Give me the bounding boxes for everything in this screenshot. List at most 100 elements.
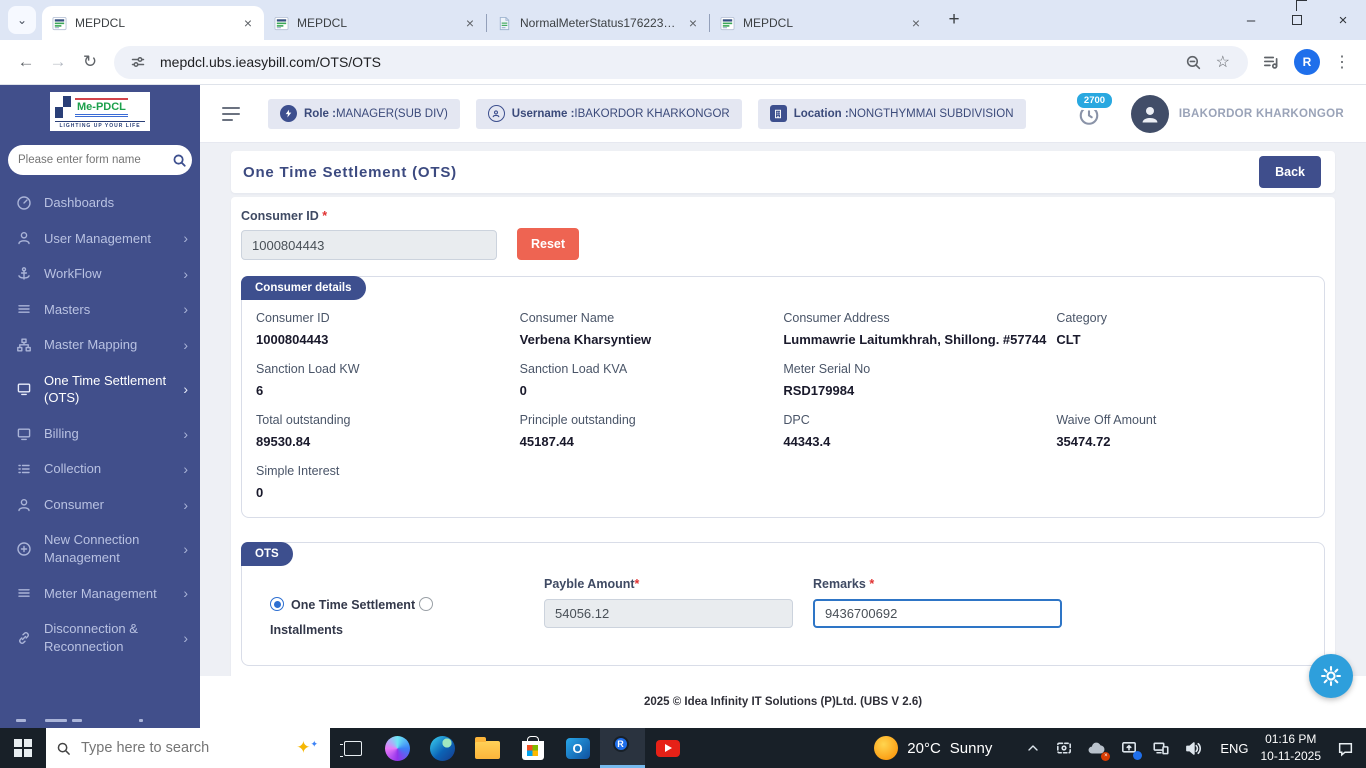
back-nav-icon[interactable]: ← bbox=[10, 46, 42, 78]
detail-field: Sanction Load KVA 0 bbox=[520, 362, 774, 398]
sidebar-item-disconnection-reconnection[interactable]: Disconnection & Reconnection › bbox=[0, 611, 200, 664]
logo-tagline: LIGHTING UP YOUR LIFE bbox=[55, 121, 145, 129]
sidebar-item-user-management[interactable]: User Management › bbox=[0, 221, 200, 257]
edge-taskbar-icon[interactable] bbox=[420, 728, 465, 768]
search-icon bbox=[172, 153, 187, 168]
chevron-right-icon: › bbox=[183, 230, 188, 247]
detail-field-value: 0 bbox=[256, 485, 264, 500]
consumer-id-input[interactable] bbox=[241, 230, 497, 260]
one-time-settlement-label: One Time Settlement bbox=[291, 598, 416, 612]
form-search-input[interactable] bbox=[18, 154, 172, 166]
detail-field-value: 44343.4 bbox=[783, 434, 831, 449]
browser-tab[interactable]: NormalMeterStatus17622388870 × bbox=[487, 6, 709, 40]
app-logo: Me-PDCL LIGHTING UP YOUR LIFE bbox=[50, 92, 150, 131]
form-search-box[interactable] bbox=[8, 145, 192, 175]
back-button[interactable]: Back bbox=[1259, 156, 1321, 188]
sidebar-item-label: User Management bbox=[44, 230, 151, 246]
payable-amount-input[interactable] bbox=[544, 599, 793, 628]
link-icon bbox=[16, 630, 32, 646]
network-icon[interactable] bbox=[1152, 739, 1170, 757]
copilot-taskbar-icon[interactable] bbox=[375, 728, 420, 768]
address-bar[interactable]: ☆ bbox=[114, 45, 1248, 79]
taskbar-search-icon bbox=[57, 742, 70, 755]
tab-search-button[interactable]: ⌄ bbox=[8, 6, 36, 34]
start-button[interactable] bbox=[0, 728, 46, 768]
language-indicator[interactable]: ENG bbox=[1220, 741, 1248, 756]
taskbar-clock[interactable]: 01:16 PM 10-11-2025 bbox=[1261, 731, 1322, 765]
cast-icon[interactable] bbox=[1055, 739, 1073, 757]
location-value: NONGTHYMMAI SUBDIVISION bbox=[848, 107, 1014, 120]
close-button[interactable]: × bbox=[1320, 0, 1366, 40]
tab-close-icon[interactable]: × bbox=[685, 15, 701, 31]
user-avatar[interactable] bbox=[1130, 94, 1169, 133]
volume-icon[interactable] bbox=[1184, 739, 1203, 758]
remarks-input[interactable] bbox=[813, 599, 1062, 628]
minimize-button[interactable]: – bbox=[1228, 0, 1274, 40]
chevron-right-icon: › bbox=[183, 425, 188, 442]
tab-close-icon[interactable]: × bbox=[462, 15, 478, 31]
session-timer[interactable]: 2700 bbox=[1074, 90, 1115, 126]
zoom-out-icon[interactable] bbox=[1185, 54, 1202, 71]
youtube-taskbar-icon[interactable] bbox=[645, 728, 690, 768]
sidebar-item-new-connection-management[interactable]: New Connection Management › bbox=[0, 522, 200, 575]
consumer-id-label: Consumer ID * bbox=[241, 209, 328, 223]
browser-profile-avatar[interactable]: R bbox=[1294, 49, 1320, 75]
tab-close-icon[interactable]: × bbox=[908, 15, 924, 31]
sidebar-item-billing[interactable]: Billing › bbox=[0, 416, 200, 452]
taskbar-search-input[interactable] bbox=[81, 740, 297, 756]
sidebar-item-masters[interactable]: Masters › bbox=[0, 292, 200, 328]
sidebar-item-collection[interactable]: Collection › bbox=[0, 451, 200, 487]
detail-field-value: RSD179984 bbox=[783, 383, 855, 398]
sidebar-item-workflow[interactable]: WorkFlow › bbox=[0, 256, 200, 292]
browser-menu-icon[interactable]: ⋮ bbox=[1334, 52, 1350, 72]
taskbar-time: 01:16 PM bbox=[1265, 732, 1317, 747]
chrome-taskbar-icon[interactable]: R bbox=[600, 728, 645, 768]
settings-fab[interactable] bbox=[1309, 654, 1353, 698]
tab-close-icon[interactable]: × bbox=[240, 15, 256, 31]
outlook-taskbar-icon[interactable]: O bbox=[555, 728, 600, 768]
app-footer: 2025 © Idea Infinity IT Solutions (P)Ltd… bbox=[200, 676, 1366, 728]
sidebar-item-meter-management[interactable]: Meter Management › bbox=[0, 576, 200, 612]
notification-center-icon[interactable] bbox=[1337, 740, 1354, 757]
location-badge: Location : NONGTHYMMAI SUBDIVISION bbox=[757, 98, 1026, 129]
installments-radio[interactable] bbox=[418, 597, 433, 611]
reset-button[interactable]: Reset bbox=[517, 228, 580, 260]
screen: { "browser": { "tabs": [ {"title": "MEPD… bbox=[0, 0, 1366, 768]
bookmark-star-icon[interactable]: ☆ bbox=[1216, 52, 1230, 72]
chevron-right-icon: › bbox=[183, 585, 188, 602]
anchor-icon bbox=[16, 266, 32, 282]
screenshare-icon[interactable] bbox=[1120, 739, 1143, 760]
weather-widget[interactable]: 20°C Sunny bbox=[874, 736, 992, 760]
detail-field: DPC 44343.4 bbox=[783, 413, 1046, 449]
store-taskbar-icon[interactable] bbox=[510, 728, 555, 768]
forward-nav-icon[interactable]: → bbox=[42, 46, 74, 78]
consumer-details-section: Consumer details Consumer ID 1000804443 Co… bbox=[241, 276, 1325, 518]
cloud-offline-icon[interactable]: × bbox=[1087, 739, 1111, 761]
sidebar-item-one-time-settlement-ots[interactable]: One Time Settlement (OTS) › bbox=[0, 363, 200, 416]
url-input[interactable] bbox=[160, 54, 1179, 70]
tab-title: MEPDCL bbox=[75, 16, 126, 30]
chevron-right-icon: › bbox=[183, 336, 188, 353]
one-time-settlement-radio[interactable] bbox=[270, 597, 284, 611]
file-explorer-taskbar-icon[interactable] bbox=[465, 728, 510, 768]
sidebar-item-master-mapping[interactable]: Master Mapping › bbox=[0, 327, 200, 363]
user-icon bbox=[16, 497, 32, 513]
task-view-taskbar-icon[interactable] bbox=[330, 728, 375, 768]
sidebar-toggle-icon[interactable] bbox=[222, 106, 242, 121]
browser-tab[interactable]: MEPDCL × bbox=[264, 6, 486, 40]
restore-button[interactable] bbox=[1274, 0, 1320, 40]
sidebar-item-dashboards[interactable]: Dashboards bbox=[0, 185, 200, 221]
taskbar-search-box[interactable]: ✦✦ bbox=[46, 728, 330, 768]
site-info-icon[interactable] bbox=[130, 54, 146, 70]
sidebar-item-clipped[interactable] bbox=[0, 713, 200, 728]
sidebar-item-consumer[interactable]: Consumer › bbox=[0, 487, 200, 523]
media-playlist-icon[interactable] bbox=[1262, 53, 1280, 71]
detail-field-value: Verbena Kharsyntiew bbox=[519, 332, 652, 347]
browser-tab[interactable]: MEPDCL × bbox=[710, 6, 932, 40]
new-tab-button[interactable]: + bbox=[940, 6, 968, 34]
payable-amount-label: Payble Amount bbox=[544, 577, 635, 591]
chevron-up-icon[interactable] bbox=[1025, 740, 1041, 756]
reload-icon[interactable]: ↻ bbox=[74, 46, 106, 78]
browser-tab[interactable]: MEPDCL × bbox=[42, 6, 264, 40]
chevron-right-icon: › bbox=[183, 301, 188, 318]
